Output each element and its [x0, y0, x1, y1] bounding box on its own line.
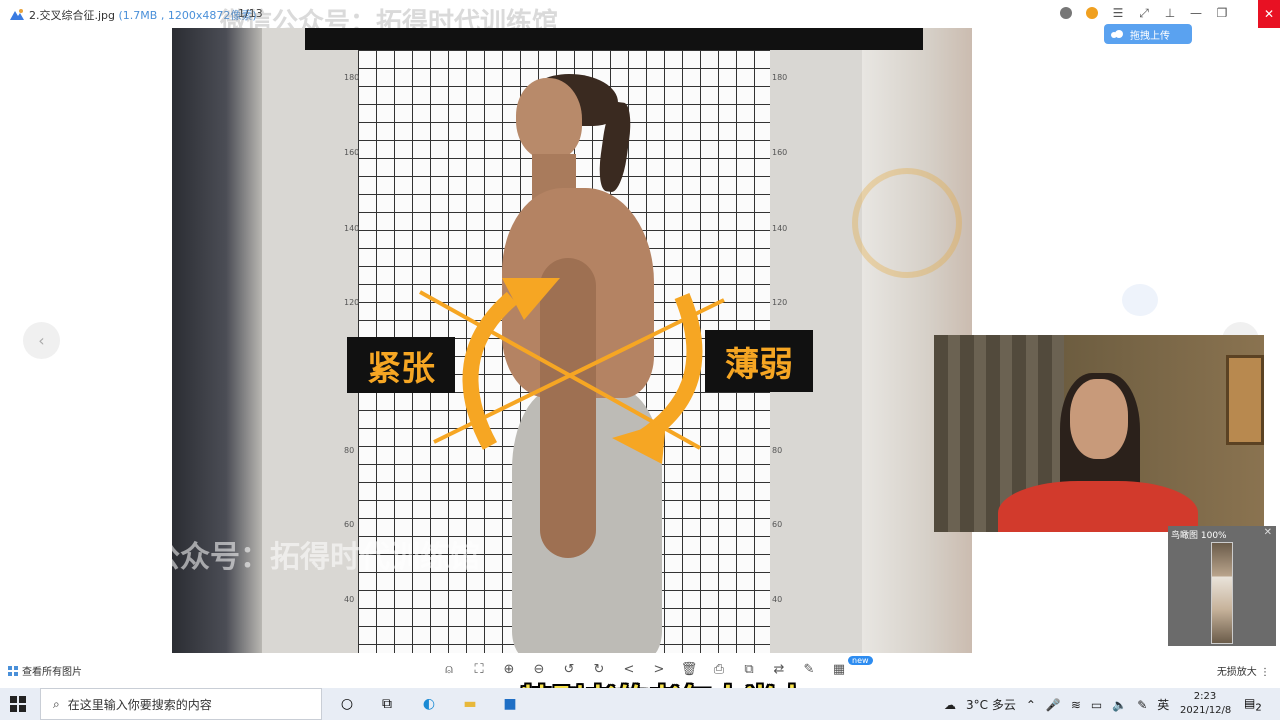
- wifi-icon[interactable]: ≋: [1071, 698, 1081, 712]
- fit-window-icon[interactable]: ⛶: [470, 660, 488, 678]
- restore-icon[interactable]: ❐: [1214, 5, 1230, 21]
- clock-time: 2:23: [1193, 691, 1217, 702]
- view-all-button[interactable]: 查看所有图片: [8, 663, 82, 678]
- weather-text[interactable]: 3°C 多云: [966, 696, 1016, 713]
- grid-icon: [8, 665, 18, 676]
- system-tray: ☁ 3°C 多云 ⌃ 🎤 ≋ ▭ 🔈 ✎ 英: [944, 696, 1169, 713]
- pen-icon[interactable]: ✎: [1137, 698, 1147, 712]
- notification-icon[interactable]: ▤2: [1244, 696, 1262, 714]
- label-weak: 薄弱: [705, 330, 813, 392]
- webcam-overlay: [934, 335, 1264, 532]
- view-all-label: 查看所有图片: [22, 667, 82, 678]
- task-view-icon[interactable]: ⧉: [377, 694, 397, 714]
- menu-icon[interactable]: ☰: [1110, 5, 1126, 21]
- title-bar: 2.交叉综合征.jpg (1.7MB , 1200x4872像素) 1/13 微…: [0, 0, 1280, 38]
- file-explorer-icon[interactable]: ▬: [460, 694, 480, 714]
- pin-icon[interactable]: ⊥: [1162, 5, 1178, 21]
- new-badge: new: [848, 656, 873, 665]
- upload-button[interactable]: 拖拽上传: [1104, 24, 1192, 44]
- windows-start-icon[interactable]: [10, 696, 26, 712]
- label-tense: 紧张: [347, 337, 455, 393]
- prev-image-button[interactable]: ‹: [23, 322, 60, 359]
- upload-label: 拖拽上传: [1130, 30, 1170, 42]
- close-button[interactable]: ✕: [1258, 0, 1280, 28]
- cortana-icon[interactable]: ○: [337, 694, 357, 714]
- navigator-panel[interactable]: 鸟瞰图 100% ✕: [1168, 526, 1276, 646]
- navigator-close-icon[interactable]: ✕: [1264, 527, 1272, 538]
- taskbar-clock[interactable]: 2:23 2021/12/8: [1180, 690, 1232, 718]
- windows-taskbar: ⌕ 在这里输入你要搜索的内容 ○ ⧉ ◐ ▬ ■ ☁ 3°C 多云 ⌃ 🎤 ≋ …: [0, 688, 1280, 720]
- avatar-icon[interactable]: [1058, 5, 1074, 21]
- main-image[interactable]: 180 160 140 120 80 60 40 180 160 140 120…: [172, 28, 972, 653]
- battery-icon[interactable]: ▭: [1091, 698, 1102, 712]
- navigator-title: 鸟瞰图 100%: [1171, 531, 1227, 541]
- cloud-icon: [1111, 30, 1123, 38]
- edge-icon[interactable]: ◐: [419, 694, 439, 714]
- microphone-icon[interactable]: 🎤: [1046, 698, 1061, 712]
- chevron-up-icon[interactable]: ⌃: [1026, 698, 1036, 712]
- taskbar-search[interactable]: ⌕ 在这里输入你要搜索的内容: [40, 688, 322, 720]
- volume-icon[interactable]: 🔈: [1112, 698, 1127, 712]
- lossless-zoom-button[interactable]: 无损放大 ⋮: [1217, 663, 1270, 678]
- store-icon[interactable]: ■: [500, 694, 520, 714]
- apps-icon[interactable]: ▦: [830, 660, 848, 678]
- image-viewer-icon: [10, 9, 24, 20]
- weather-icon[interactable]: ☁: [944, 698, 956, 712]
- notification-count: 2: [1255, 702, 1262, 714]
- fullscreen-icon[interactable]: ⤢: [1136, 5, 1152, 21]
- minimize-icon[interactable]: —: [1188, 5, 1204, 21]
- zoom-in-icon[interactable]: ⊕: [500, 660, 518, 678]
- window-controls: ☰ ⤢ ⊥ — ❐: [1058, 5, 1230, 21]
- search-placeholder: 在这里输入你要搜索的内容: [67, 697, 212, 712]
- navigator-thumbnail[interactable]: [1211, 542, 1233, 644]
- search-icon: ⌕: [53, 696, 60, 711]
- ime-indicator[interactable]: 英: [1157, 696, 1169, 713]
- file-name: 2.交叉综合征.jpg: [29, 9, 116, 22]
- zoom-indicator: [1122, 284, 1158, 316]
- clock-date: 2021/12/8: [1180, 705, 1232, 716]
- mouse-mode-icon[interactable]: ⍝: [440, 660, 458, 678]
- watermark-mid: 微信公众号：拓得时代训练馆: [172, 540, 480, 575]
- coin-icon[interactable]: [1084, 5, 1100, 21]
